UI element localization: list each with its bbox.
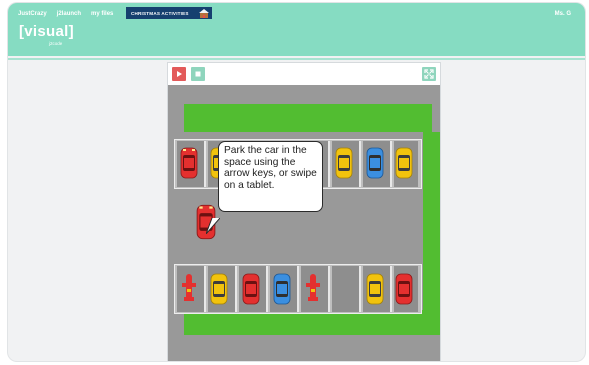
visual-logo: [visual] bbox=[19, 23, 74, 40]
yellow-car bbox=[210, 273, 228, 305]
site-header: JustCrazy j2launch my files CHRISTMAS AC… bbox=[8, 3, 585, 56]
banner-label: CHRISTMAS ACTIVITIES bbox=[131, 10, 189, 16]
red-car bbox=[180, 147, 198, 179]
nav-j2launch[interactable]: j2launch bbox=[57, 11, 81, 17]
logo-subtitle: j2code bbox=[49, 41, 63, 46]
play-button[interactable] bbox=[172, 67, 186, 81]
grass-top bbox=[184, 104, 432, 132]
blue-car bbox=[273, 273, 291, 305]
red-car bbox=[242, 273, 260, 305]
fire-hydrant-icon bbox=[306, 274, 320, 301]
stop-icon bbox=[195, 71, 201, 77]
grass-right bbox=[423, 132, 440, 335]
bubble-tail bbox=[206, 218, 220, 234]
stop-button[interactable] bbox=[191, 67, 205, 81]
christmas-activities-banner[interactable]: CHRISTMAS ACTIVITIES bbox=[126, 7, 212, 19]
instruction-text: Park the car in the space using the arro… bbox=[224, 145, 317, 191]
play-icon bbox=[177, 71, 182, 77]
yellow-car bbox=[366, 273, 384, 305]
gingerbread-house-icon bbox=[199, 9, 209, 18]
yellow-car bbox=[335, 147, 353, 179]
user-name[interactable]: Ms. G bbox=[555, 11, 571, 17]
top-nav: JustCrazy j2launch my files bbox=[18, 11, 113, 17]
parking-game-canvas[interactable]: Park the car in the space using the arro… bbox=[168, 85, 440, 361]
fullscreen-icon bbox=[424, 69, 434, 79]
yellow-car bbox=[395, 147, 413, 179]
blue-car bbox=[366, 147, 384, 179]
nav-justcrazy[interactable]: JustCrazy bbox=[18, 11, 47, 17]
browser-frame: JustCrazy j2launch my files CHRISTMAS AC… bbox=[8, 3, 585, 361]
red-car bbox=[395, 273, 413, 305]
header-divider bbox=[8, 58, 585, 60]
target-parking-space bbox=[332, 266, 361, 312]
game-player: Park the car in the space using the arro… bbox=[167, 62, 441, 361]
player-toolbar bbox=[168, 63, 440, 86]
fullscreen-button[interactable] bbox=[422, 67, 436, 81]
fire-hydrant-icon bbox=[182, 274, 196, 301]
instruction-bubble: Park the car in the space using the arro… bbox=[218, 141, 323, 212]
nav-my-files[interactable]: my files bbox=[91, 11, 113, 17]
